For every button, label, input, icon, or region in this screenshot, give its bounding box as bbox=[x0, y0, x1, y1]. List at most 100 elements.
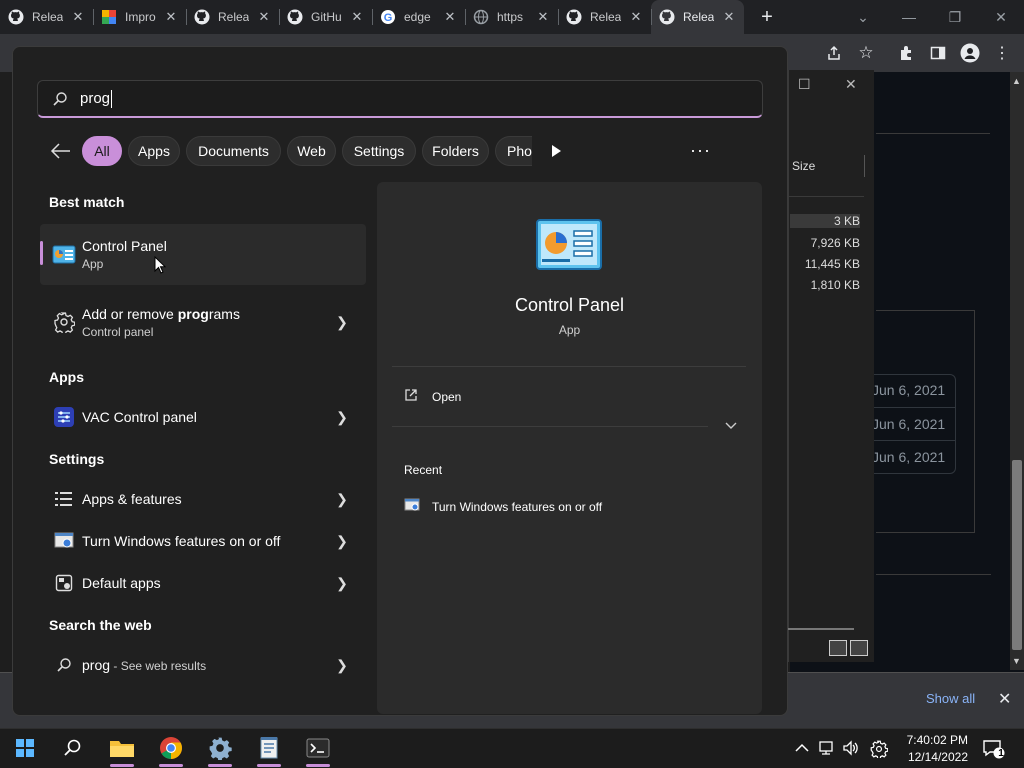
github-icon bbox=[566, 9, 582, 25]
browser-tab[interactable]: G edge ✕ bbox=[372, 0, 465, 34]
show-hidden-icons-icon[interactable] bbox=[795, 740, 809, 756]
result-add-remove-programs[interactable]: Add or remove programs Control panel ❯ bbox=[40, 300, 366, 344]
filter-folders[interactable]: Folders bbox=[422, 136, 489, 166]
result-apps-features[interactable]: Apps & features ❯ bbox=[40, 484, 366, 514]
maximize-icon[interactable]: ☐ bbox=[798, 76, 811, 93]
filter-all[interactable]: All bbox=[82, 136, 122, 166]
open-action[interactable]: Open bbox=[404, 388, 461, 405]
tab-title: edge bbox=[404, 10, 431, 24]
more-options-icon[interactable]: ··· bbox=[690, 140, 711, 161]
globe-icon bbox=[473, 9, 489, 25]
bookmark-star-icon[interactable]: ☆ bbox=[855, 42, 877, 64]
tab-title: GitHu bbox=[311, 10, 342, 24]
close-download-bar-icon[interactable]: ✕ bbox=[998, 689, 1011, 709]
filter-documents[interactable]: Documents bbox=[186, 136, 281, 166]
gear-icon bbox=[52, 310, 76, 334]
close-icon[interactable]: ✕ bbox=[443, 9, 457, 24]
terminal-icon[interactable] bbox=[302, 733, 334, 767]
tab-search-icon[interactable]: ⌄ bbox=[840, 0, 886, 34]
result-title-match: prog bbox=[177, 305, 209, 322]
profile-icon[interactable] bbox=[959, 42, 981, 64]
running-indicator bbox=[306, 764, 330, 767]
details-view-icon[interactable] bbox=[829, 640, 847, 656]
extensions-icon[interactable] bbox=[895, 42, 917, 64]
divider bbox=[866, 407, 956, 408]
filter-web[interactable]: Web bbox=[287, 136, 336, 166]
chevron-right-icon[interactable]: ❯ bbox=[334, 575, 350, 592]
close-icon[interactable]: ✕ bbox=[536, 9, 550, 24]
control-panel-icon bbox=[52, 243, 76, 267]
result-vac-control-panel[interactable]: VAC Control panel ❯ bbox=[40, 402, 366, 432]
github-icon bbox=[8, 9, 24, 25]
chevron-right-icon[interactable]: ❯ bbox=[334, 409, 350, 426]
tab-title: Relea bbox=[590, 10, 621, 24]
scroll-filters-right-icon[interactable] bbox=[546, 141, 566, 161]
chevron-down-icon[interactable] bbox=[724, 420, 738, 434]
taskbar-clock[interactable]: 7:40:02 PM 12/14/2022 bbox=[896, 732, 968, 766]
recent-item[interactable]: Turn Windows features on or off bbox=[404, 498, 602, 515]
result-default-apps[interactable]: Default apps ❯ bbox=[40, 568, 366, 598]
clock-date: 12/14/2022 bbox=[907, 750, 968, 764]
chevron-right-icon[interactable]: ❯ bbox=[334, 491, 350, 508]
network-icon[interactable] bbox=[818, 740, 836, 759]
browser-tab[interactable]: Relea ✕ bbox=[0, 0, 93, 34]
settings-tray-icon[interactable] bbox=[870, 740, 889, 761]
filter-settings[interactable]: Settings bbox=[342, 136, 416, 166]
new-tab-button[interactable]: + bbox=[752, 2, 782, 32]
windows-start-icon[interactable] bbox=[9, 733, 41, 763]
browser-tab[interactable]: Relea ✕ bbox=[558, 0, 651, 34]
divider bbox=[974, 310, 975, 533]
search-icon bbox=[52, 653, 76, 677]
minimize-icon[interactable]: — bbox=[886, 0, 932, 34]
scroll-up-icon[interactable]: ▲ bbox=[1012, 76, 1021, 86]
back-arrow-icon[interactable] bbox=[50, 141, 72, 161]
search-input[interactable]: prog bbox=[37, 80, 763, 118]
scroll-down-icon[interactable]: ▼ bbox=[1012, 656, 1021, 666]
tiles-view-icon[interactable] bbox=[850, 640, 868, 656]
browser-tab-active[interactable]: Relea ✕ bbox=[651, 0, 744, 34]
asset-date: Jun 6, 2021 bbox=[872, 449, 946, 465]
result-windows-features[interactable]: Turn Windows features on or off ❯ bbox=[40, 526, 366, 556]
scrollbar-thumb[interactable] bbox=[1012, 460, 1022, 650]
chevron-right-icon[interactable]: ❯ bbox=[334, 657, 350, 674]
menu-kebab-icon[interactable]: ⋮ bbox=[991, 42, 1013, 64]
browser-tab[interactable]: https ✕ bbox=[465, 0, 558, 34]
filter-photos[interactable]: Phot bbox=[495, 136, 532, 166]
chrome-icon[interactable] bbox=[155, 733, 187, 767]
chevron-right-icon[interactable]: ❯ bbox=[334, 314, 350, 331]
list-icon bbox=[52, 487, 76, 511]
divider bbox=[876, 133, 990, 134]
close-icon[interactable]: ✕ bbox=[257, 9, 271, 24]
close-icon[interactable]: ✕ bbox=[845, 76, 857, 93]
google-icon: G bbox=[380, 9, 396, 25]
show-all-downloads-link[interactable]: Show all bbox=[926, 691, 975, 706]
volume-icon[interactable] bbox=[842, 740, 860, 759]
notepad-icon[interactable] bbox=[253, 733, 285, 767]
share-icon[interactable] bbox=[823, 42, 845, 64]
github-icon bbox=[194, 9, 210, 25]
file-explorer-icon[interactable] bbox=[106, 733, 138, 767]
close-icon[interactable]: ✕ bbox=[350, 9, 364, 24]
close-icon[interactable]: ✕ bbox=[722, 9, 736, 24]
divider bbox=[392, 366, 746, 367]
close-window-icon[interactable]: ✕ bbox=[978, 0, 1024, 34]
close-icon[interactable]: ✕ bbox=[71, 9, 85, 24]
filter-apps[interactable]: Apps bbox=[128, 136, 180, 166]
close-icon[interactable]: ✕ bbox=[164, 9, 178, 24]
size-column-header[interactable]: Size bbox=[792, 159, 815, 173]
browser-tab[interactable]: Relea ✕ bbox=[186, 0, 279, 34]
browser-tab[interactable]: Impro ✕ bbox=[93, 0, 186, 34]
close-icon[interactable]: ✕ bbox=[629, 9, 643, 24]
settings-gear-icon[interactable] bbox=[204, 733, 236, 767]
detail-subtitle: App bbox=[558, 323, 581, 337]
result-web-search[interactable]: prog - See web results ❯ bbox=[40, 650, 366, 680]
browser-tab[interactable]: GitHu ✕ bbox=[279, 0, 372, 34]
side-panel-icon[interactable] bbox=[927, 42, 949, 64]
running-indicator bbox=[110, 764, 134, 767]
result-control-panel[interactable]: Control Panel App bbox=[40, 224, 366, 285]
search-query: prog bbox=[80, 90, 111, 107]
taskbar-search-icon[interactable] bbox=[56, 733, 88, 763]
chevron-right-icon[interactable]: ❯ bbox=[334, 533, 350, 550]
horizontal-scrollbar[interactable] bbox=[788, 628, 854, 630]
restore-icon[interactable]: ❐ bbox=[932, 0, 978, 34]
